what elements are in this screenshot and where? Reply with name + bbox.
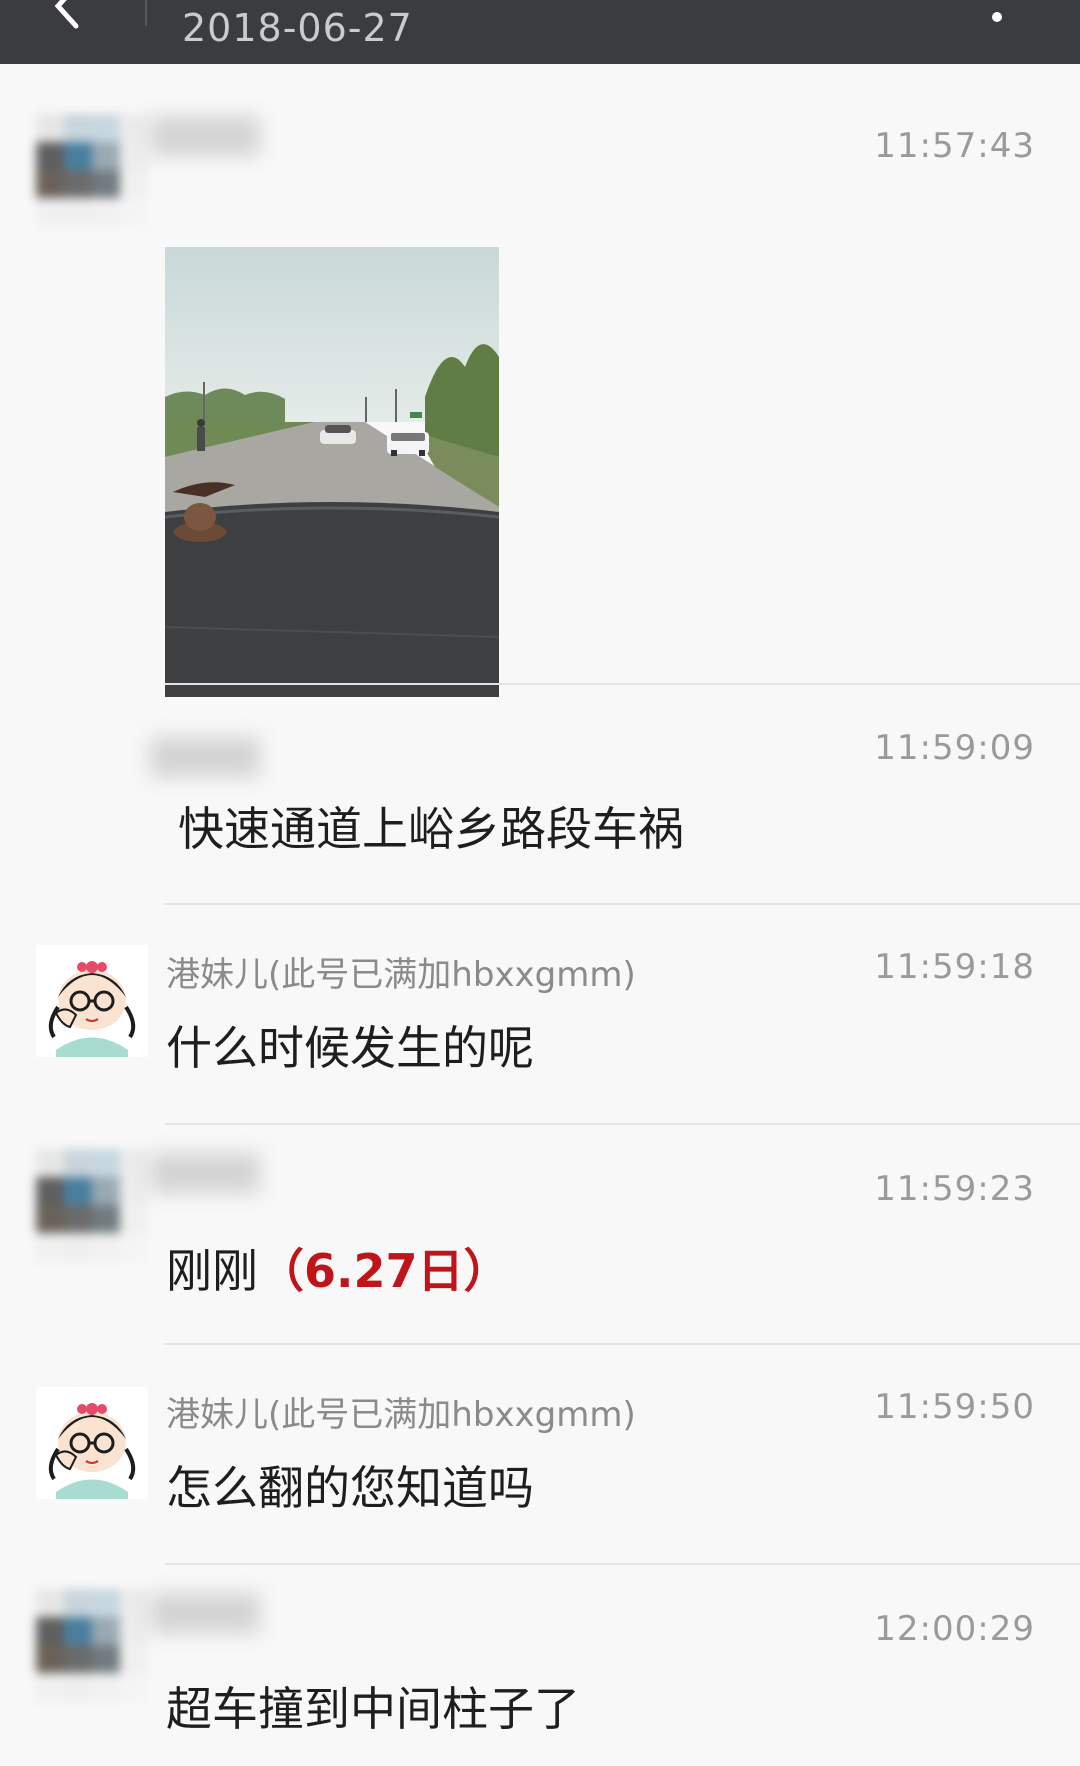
pixelated-avatar[interactable] xyxy=(36,1589,148,1701)
sender-name: 港妹儿(此号已满加hbxxgmm) xyxy=(166,955,636,995)
message-item: 11:57:43 xyxy=(0,64,1080,697)
cartoon-girl-avatar[interactable] xyxy=(36,945,148,1057)
accident-photo[interactable] xyxy=(165,247,499,697)
message-item: 11:59:09 快速通道上峪乡路段车祸 xyxy=(0,685,1080,903)
message-text-main: 刚刚 xyxy=(166,1244,258,1298)
message-time: 11:59:50 xyxy=(874,1387,1035,1427)
sender-name-redacted xyxy=(150,1153,260,1193)
message-item: 港妹儿(此号已满加hbxxgmm) 11:59:50 怎么翻的您知道吗 xyxy=(0,1345,1080,1563)
message-item: 港妹儿(此号已满加hbxxgmm) 11:59:18 什么时候发生的呢 xyxy=(0,905,1080,1123)
date-highlight: （6.27日） xyxy=(258,1244,510,1298)
message-text: 刚刚（6.27日） xyxy=(166,1235,510,1301)
message-item: 12:00:29 超车撞到中间柱子了 xyxy=(0,1565,1080,1766)
message-text: 怎么翻的您知道吗 xyxy=(166,1461,534,1515)
message-text: 超车撞到中间柱子了 xyxy=(166,1682,580,1736)
topbar-divider xyxy=(145,0,147,26)
message-text: 快速通道上峪乡路段车祸 xyxy=(178,802,684,856)
top-bar: 2018-06-27 xyxy=(0,0,1080,64)
pixelated-avatar[interactable] xyxy=(36,1149,148,1261)
pixelated-avatar[interactable] xyxy=(36,114,148,226)
sender-name: 港妹儿(此号已满加hbxxgmm) xyxy=(166,1395,636,1435)
sender-name-redacted xyxy=(150,737,260,777)
message-time: 11:57:43 xyxy=(874,126,1035,166)
back-arrow-icon[interactable] xyxy=(40,0,100,36)
message-time: 12:00:29 xyxy=(874,1609,1035,1649)
chat-date-title: 2018-06-27 xyxy=(182,6,413,50)
message-item: 11:59:23 刚刚（6.27日） xyxy=(0,1125,1080,1343)
cartoon-girl-avatar[interactable] xyxy=(36,1387,148,1499)
message-text: 什么时候发生的呢 xyxy=(166,1021,534,1075)
sender-name-redacted xyxy=(150,116,260,156)
sender-name-redacted xyxy=(150,1593,260,1633)
message-time: 11:59:09 xyxy=(874,728,1035,768)
message-time: 11:59:23 xyxy=(874,1169,1035,1209)
message-time: 11:59:18 xyxy=(874,947,1035,987)
more-dot-icon[interactable] xyxy=(992,12,1002,22)
